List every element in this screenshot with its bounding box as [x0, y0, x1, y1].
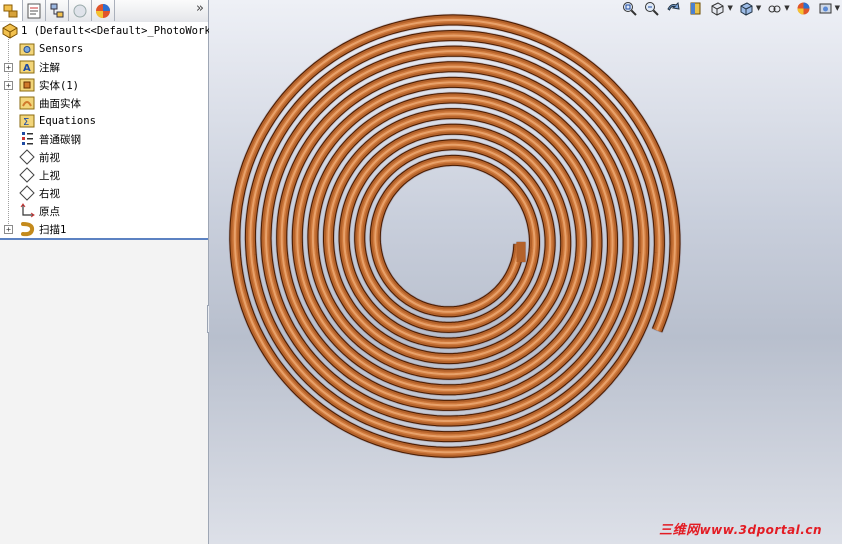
configuration-manager-icon: [50, 3, 64, 17]
section-view-button[interactable]: [687, 1, 704, 16]
dropdown-arrow-icon[interactable]: ▼: [784, 4, 789, 12]
tree-item-top-plane[interactable]: 上视: [0, 166, 208, 184]
graphics-viewport[interactable]: ▼ ▼ ▼ ▼ 三维网www.3dportal.cn: [209, 0, 842, 544]
tree-item-annotations[interactable]: + A 注解: [0, 58, 208, 76]
tree-root-part[interactable]: 1 (Default<<Default>_PhotoWork: [0, 22, 211, 40]
tree-root-label: 1 (Default<<Default>_PhotoWork: [21, 25, 211, 37]
watermark-cn: 三维网: [659, 523, 700, 538]
sweep-feature-icon: [19, 221, 35, 237]
tree-item-sweep1[interactable]: + 扫描1: [0, 220, 208, 238]
expand-toggle[interactable]: +: [4, 80, 13, 90]
feature-manager-panel: » 1 (Default<<Default>_PhotoWork Sensors…: [0, 0, 211, 544]
apply-scene-button[interactable]: [817, 1, 834, 16]
svg-text:Σ: Σ: [23, 117, 29, 128]
previous-view-icon: [667, 1, 681, 11]
tree-item-label: 原点: [39, 205, 60, 218]
tree-item-solid-bodies[interactable]: + 实体(1): [0, 76, 208, 94]
tree-item-label: 前视: [39, 151, 60, 164]
configurationmanager-tab[interactable]: [46, 0, 69, 21]
featuremanager-tree-tab[interactable]: [0, 0, 23, 21]
zoom-to-area-button[interactable]: [643, 1, 660, 16]
plane-icon: [19, 185, 35, 201]
equations-icon: Σ: [19, 113, 35, 129]
tree-item-label: 注解: [39, 61, 60, 74]
display-manager-icon: [96, 3, 110, 18]
tree-item-label: 上视: [39, 169, 60, 182]
tree-item-right-plane[interactable]: 右视: [0, 184, 208, 202]
material-icon: [19, 131, 35, 147]
dropdown-arrow-icon[interactable]: ▼: [835, 4, 840, 12]
section-view-icon: [690, 2, 701, 14]
dimxpert-icon: [73, 4, 87, 17]
feature-tree-icon: [3, 4, 18, 17]
apply-scene-icon: [819, 3, 832, 13]
tree-item-origin[interactable]: 原点: [0, 202, 208, 220]
tree-item-label: Equations: [39, 115, 96, 127]
tree-item-material[interactable]: 普通碳钢: [0, 130, 208, 148]
watermark-url: www.3dportal.cn: [699, 523, 822, 537]
heads-up-view-toolbar: ▼ ▼ ▼ ▼: [621, 0, 842, 16]
display-style-button[interactable]: [738, 1, 755, 16]
dimxpert-tab[interactable]: [69, 0, 92, 21]
watermark: 三维网www.3dportal.cn: [659, 519, 822, 538]
plane-icon: [19, 167, 35, 183]
svg-text:A: A: [23, 63, 31, 74]
zoom-to-fit-button[interactable]: [621, 1, 638, 16]
expand-toggle[interactable]: +: [4, 224, 13, 234]
sensors-folder-icon: [19, 41, 35, 57]
copper-coil-model: [229, 14, 681, 458]
tree-item-label: 普通碳钢: [39, 133, 81, 146]
more-tabs-chevron-icon[interactable]: »: [196, 1, 204, 16]
hide-show-items-button[interactable]: [766, 1, 783, 16]
tree-item-label: 实体(1): [39, 79, 79, 92]
edit-appearance-icon: [797, 2, 810, 14]
plane-icon: [19, 149, 35, 165]
tree-item-label: 曲面实体: [39, 97, 81, 110]
tree-item-sensors[interactable]: Sensors: [0, 40, 208, 58]
display-manager-tab[interactable]: [92, 0, 115, 21]
surface-bodies-icon: [19, 95, 35, 111]
tree-item-label: Sensors: [39, 43, 84, 55]
propertymanager-tab[interactable]: [23, 0, 46, 21]
origin-icon: [19, 203, 35, 219]
annotations-icon: A: [19, 59, 35, 75]
part-icon: [2, 23, 18, 39]
zoom-to-fit-icon: [623, 1, 638, 16]
property-manager-icon: [27, 3, 41, 18]
previous-view-button[interactable]: [665, 1, 682, 16]
view-orientation-button[interactable]: [709, 1, 726, 16]
dropdown-arrow-icon[interactable]: ▼: [727, 4, 732, 12]
dropdown-arrow-icon[interactable]: ▼: [756, 4, 761, 12]
tree-item-surface-bodies[interactable]: 曲面实体: [0, 94, 208, 112]
solid-bodies-icon: [19, 77, 35, 93]
display-style-icon: [740, 1, 753, 16]
manager-tab-bar: »: [0, 0, 208, 23]
tree-item-front-plane[interactable]: 前视: [0, 148, 208, 166]
feature-tree: 1 (Default<<Default>_PhotoWork Sensors +…: [0, 22, 211, 240]
zoom-to-area-icon: [645, 1, 660, 16]
edit-appearance-button[interactable]: [795, 1, 812, 16]
tree-item-label: 扫描1: [39, 223, 67, 236]
hide-show-items-icon: [768, 5, 781, 12]
expand-toggle[interactable]: +: [4, 62, 13, 72]
tree-item-label: 右视: [39, 187, 60, 200]
tree-item-equations[interactable]: Σ Equations: [0, 112, 208, 130]
view-orientation-icon: [711, 1, 724, 16]
